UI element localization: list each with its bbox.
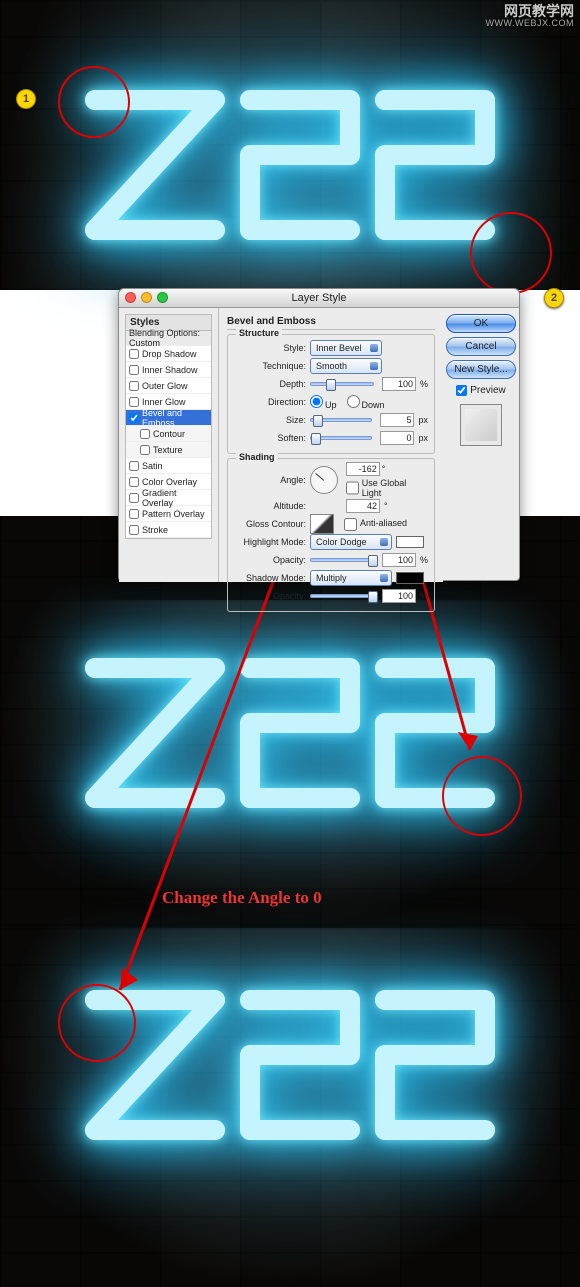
checkbox[interactable] [129,509,139,519]
watermark: 网页教学网 WWW.WEBJX.COM [486,4,575,29]
checkbox[interactable] [129,349,139,359]
shadow-opacity-input[interactable]: 100 [382,589,416,603]
shadow-color-swatch[interactable] [396,572,424,584]
soften-slider[interactable] [310,436,372,440]
checkbox[interactable] [129,365,139,375]
style-texture[interactable]: Texture [126,442,211,458]
dir-up-radio[interactable]: Up [310,395,337,410]
highlight-opacity-input[interactable]: 100 [382,553,416,567]
structure-title: Structure [236,328,282,338]
global-light-check[interactable]: Use Global Light [346,478,428,498]
shadow-mode-select[interactable]: Multiply [310,570,392,586]
highlight-ring-1 [58,66,130,138]
minimize-icon[interactable] [141,292,152,303]
depth-input[interactable]: 100 [382,377,416,391]
ok-button[interactable]: OK [446,314,516,333]
traffic-lights [125,292,168,303]
checkbox[interactable] [140,429,150,439]
style-outer-glow[interactable]: Outer Glow [126,378,211,394]
watermark-line2: WWW.WEBJX.COM [486,19,575,29]
highlight-opacity-slider[interactable] [310,558,374,562]
checkbox[interactable] [129,397,139,407]
annotation-change-angle: Change the Angle to 0 [162,888,322,908]
style-contour[interactable]: Contour [126,426,211,442]
new-style-button[interactable]: New Style... [446,360,516,379]
gloss-contour[interactable] [310,514,334,534]
shading-title: Shading [236,452,278,462]
zoom-icon[interactable] [157,292,168,303]
depth-slider[interactable] [310,382,374,386]
style-gradient-overlay[interactable]: Gradient Overlay [126,490,211,506]
layer-style-dialog: Layer Style Styles Blending Options: Cus… [118,288,520,581]
checkbox[interactable] [129,493,139,503]
shadow-opacity-slider[interactable] [310,594,374,598]
style-select[interactable]: Inner Bevel [310,340,382,356]
style-stroke[interactable]: Stroke [126,522,211,538]
style-drop-shadow[interactable]: Drop Shadow [126,346,211,362]
technique-select[interactable]: Smooth [310,358,382,374]
altitude-input[interactable]: 42 [346,499,380,513]
soften-input[interactable]: 0 [380,431,414,445]
dir-down-radio[interactable]: Down [347,395,385,410]
bevel-panel: Bevel and Emboss Structure Style:Inner B… [219,308,443,582]
checkbox[interactable] [129,477,139,487]
blending-options-row[interactable]: Blending Options: Custom [126,331,211,346]
close-icon[interactable] [125,292,136,303]
step-badge-1: 1 [16,89,36,109]
styles-column: Styles Blending Options: Custom Drop Sha… [119,308,219,582]
highlight-color-swatch[interactable] [396,536,424,548]
dialog-right-column: OK Cancel New Style... Preview [443,308,519,582]
angle-input[interactable]: -162 [346,462,380,476]
checkbox[interactable] [129,525,139,535]
preview-check[interactable]: Preview [456,385,506,396]
size-slider[interactable] [310,418,372,422]
antialiased-check[interactable]: Anti-aliased [344,518,407,531]
checkbox[interactable] [129,381,139,391]
step-badge-2: 2 [544,288,564,308]
angle-dial[interactable] [310,466,338,494]
checkbox[interactable] [129,461,139,471]
cancel-button[interactable]: Cancel [446,337,516,356]
checkbox[interactable] [129,413,139,423]
style-satin[interactable]: Satin [126,458,211,474]
checkbox[interactable] [140,445,150,455]
dialog-titlebar[interactable]: Layer Style [119,289,519,308]
style-bevel-emboss[interactable]: Bevel and Emboss [126,410,211,426]
highlight-mode-select[interactable]: Color Dodge [310,534,392,550]
style-pattern-overlay[interactable]: Pattern Overlay [126,506,211,522]
dialog-title: Layer Style [291,292,346,304]
size-input[interactable]: 5 [380,413,414,427]
style-inner-shadow[interactable]: Inner Shadow [126,362,211,378]
highlight-ring-2 [470,212,552,294]
preview-thumbnail [460,404,502,446]
